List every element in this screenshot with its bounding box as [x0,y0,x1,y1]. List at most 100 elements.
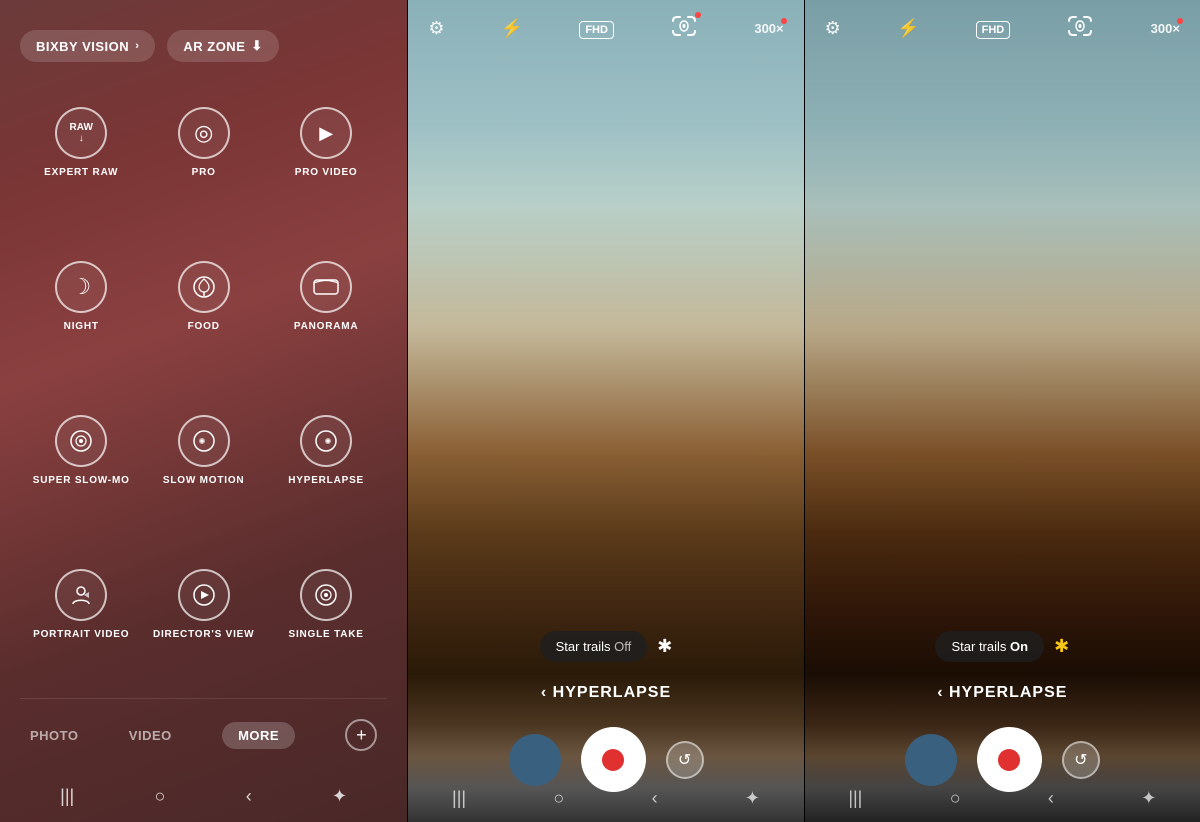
pro-video-icon: ▶ [300,107,352,159]
hyperlapse-label: HYPERLAPSE [288,475,364,486]
panorama-label: PANORAMA [294,321,359,332]
back-icon[interactable]: ‹ [246,786,252,807]
mode-pro-video[interactable]: ▶ PRO VIDEO [265,92,387,236]
add-mode-button[interactable]: + [345,719,377,751]
food-label: FOOD [188,321,220,332]
middle-camera-panel: ⚙ ⚡ FHD 300× Star trails Off ✱ ‹ [408,0,803,822]
mode-directors-view[interactable]: DIRECTOR'S VIEW [142,554,264,698]
timer-badge-right[interactable]: 300× [1151,21,1180,36]
fhd-badge-wrapper: FHD [579,20,614,38]
flash-icon-mid[interactable]: ⚡ [501,18,523,39]
recent-apps-icon-right[interactable]: ||| [848,788,862,809]
mode-portrait-video[interactable]: PORTRAIT VIDEO [20,554,142,698]
rotate-button-right[interactable]: ↺ [1062,741,1100,779]
star-trails-bar-right: Star trails On ✱ [805,631,1200,662]
middle-header: ⚙ ⚡ FHD 300× [408,0,803,57]
chevron-right-icon: › [135,40,139,52]
slow-motion-icon [178,415,230,467]
recent-apps-icon[interactable]: ||| [60,786,74,807]
system-navigation-left: ||| ○ ‹ ✦ [20,771,387,822]
hyperlapse-icon [300,415,352,467]
back-icon-mid[interactable]: ‹ [652,788,658,809]
home-icon[interactable]: ○ [155,786,166,807]
mode-slow-motion[interactable]: SLOW MOTION [142,400,264,544]
more-mode-button[interactable]: MORE [222,722,295,749]
gallery-button-mid[interactable] [509,734,561,786]
mode-hyperlapse[interactable]: HYPERLAPSE [265,400,387,544]
home-icon-right[interactable]: ○ [950,788,961,809]
mode-night[interactable]: ☽ NIGHT [20,246,142,390]
mode-pro[interactable]: ◎ PRO [142,92,264,236]
pro-video-label: PRO VIDEO [295,167,358,178]
night-label: NIGHT [64,321,99,332]
star-trails-text-right: Star trails [951,639,1006,654]
live-focus-icon-right[interactable] [1066,15,1094,37]
accessibility-icon-right[interactable]: ✦ [1141,788,1156,809]
ar-zone-label: AR ZONE [183,39,245,54]
rotate-button-mid[interactable]: ↺ [666,741,704,779]
back-icon-right[interactable]: ‹ [1048,788,1054,809]
system-nav-mid: ||| ○ ‹ ✦ [408,780,803,817]
timer-badge-mid[interactable]: 300× [754,21,783,36]
star-trails-icon-right[interactable]: ✱ [1054,636,1069,657]
video-mode-button[interactable]: VIDEO [129,728,172,743]
flash-icon-right[interactable]: ⚡ [897,18,919,39]
photo-mode-button[interactable]: PHOTO [30,728,79,743]
left-panel: BIXBY VISION › AR ZONE ⬇ RAW↓ EXPERT RAW… [0,0,407,822]
timer-wrapper-mid: 300× [754,21,783,36]
bixby-vision-button[interactable]: BIXBY VISION › [20,30,155,62]
gallery-button-right[interactable] [905,734,957,786]
mode-selector-bar: PHOTO VIDEO MORE + [20,698,387,771]
mode-single-take[interactable]: SINGLE TAKE [265,554,387,698]
system-nav-right: ||| ○ ‹ ✦ [805,780,1200,817]
settings-icon-mid[interactable]: ⚙ [428,18,444,39]
fhd-badge-wrapper-right: FHD [976,20,1011,38]
star-trails-pill-right[interactable]: Star trails On [935,631,1044,662]
pro-label: PRO [192,167,216,178]
timer-dot-mid [781,18,787,24]
ar-zone-button[interactable]: AR ZONE ⬇ [167,30,278,62]
hyperlapse-mode-label-mid: ‹ HYPERLAPSE [408,684,803,702]
super-slow-mo-label: SUPER SLOW-MO [33,475,130,486]
download-icon: ⬇ [251,38,262,54]
directors-view-icon [178,569,230,621]
expert-raw-label: EXPERT RAW [44,167,118,178]
top-buttons: BIXBY VISION › AR ZONE ⬇ [20,30,387,62]
mode-expert-raw[interactable]: RAW↓ EXPERT RAW [20,92,142,236]
panorama-icon [300,261,352,313]
pro-icon: ◎ [178,107,230,159]
mode-panorama[interactable]: PANORAMA [265,246,387,390]
timer-wrapper-right: 300× [1151,21,1180,36]
home-icon-mid[interactable]: ○ [553,788,564,809]
modes-grid: RAW↓ EXPERT RAW ◎ PRO ▶ PRO VIDEO ☽ NIGH… [20,92,387,698]
right-camera-panel: ⚙ ⚡ FHD 300× Star trails On ✱ ‹ HYPERLA [805,0,1200,822]
live-focus-icon-mid[interactable] [670,15,698,37]
star-trails-value-right: On [1010,639,1028,654]
accessibility-icon[interactable]: ✦ [332,786,347,807]
mode-food[interactable]: FOOD [142,246,264,390]
single-take-icon [300,569,352,621]
expert-raw-icon: RAW↓ [55,107,107,159]
right-header: ⚙ ⚡ FHD 300× [805,0,1200,57]
recent-apps-icon-mid[interactable]: ||| [452,788,466,809]
star-trails-text-mid: Star trails [556,639,611,654]
live-focus-wrapper-mid [670,15,698,42]
live-focus-wrapper-right [1066,15,1094,42]
settings-icon-right[interactable]: ⚙ [825,18,841,39]
star-trails-value-mid: Off [614,639,631,654]
hyperlapse-mode-label-right: ‹ HYPERLAPSE [805,684,1200,702]
bixby-label: BIXBY VISION [36,39,129,54]
fhd-badge-right[interactable]: FHD [976,21,1011,39]
star-trails-icon-mid[interactable]: ✱ [657,636,672,657]
mode-super-slow-mo[interactable]: SUPER SLOW-MO [20,400,142,544]
timer-dot-right [1177,18,1183,24]
night-icon: ☽ [55,261,107,313]
star-trails-pill-mid[interactable]: Star trails Off [540,631,648,662]
slow-motion-label: SLOW MOTION [163,475,245,486]
shutter-inner-mid [602,749,624,771]
accessibility-icon-mid[interactable]: ✦ [745,788,760,809]
live-focus-dot-mid [695,12,701,18]
shutter-inner-right [998,749,1020,771]
star-trails-bar-mid: Star trails Off ✱ [408,631,803,662]
fhd-badge-mid[interactable]: FHD [579,21,614,39]
